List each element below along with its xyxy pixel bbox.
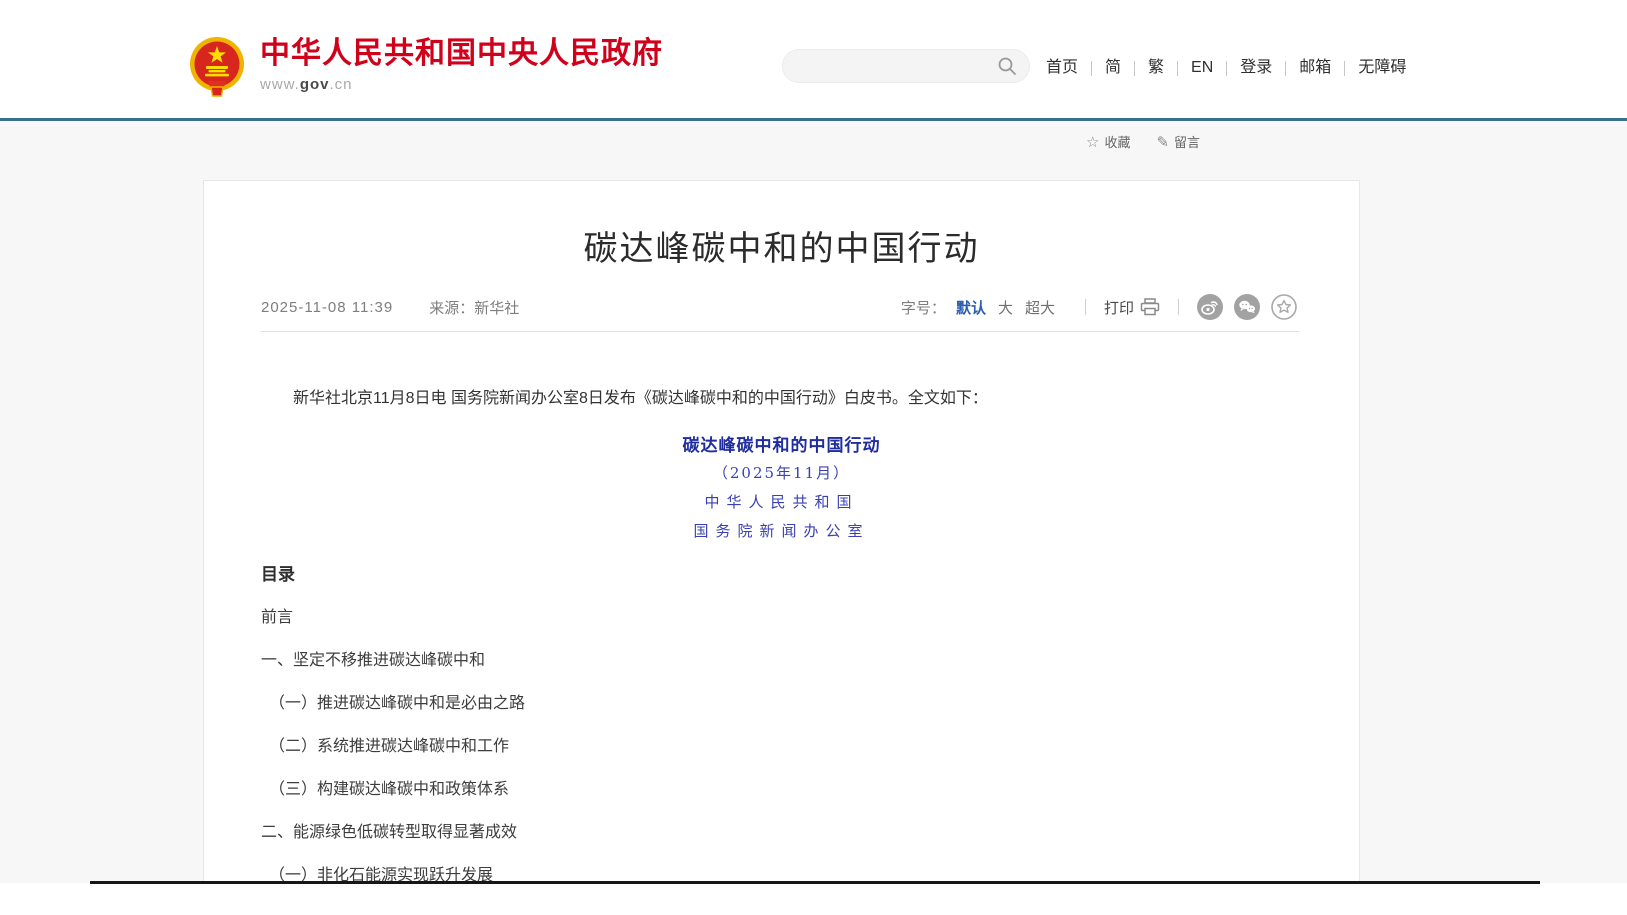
font-size-xlarge-button[interactable]: 超大 [1025, 297, 1055, 318]
font-size-large-button[interactable]: 大 [998, 297, 1013, 318]
top-nav: 首页 简 繁 EN 登录 邮箱 无障碍 [1046, 56, 1419, 80]
quick-actions: ☆ 收藏 ✎ 留言 [1086, 132, 1200, 151]
site-title-block: 中华人民共和国中央人民政府 www.gov.cn [260, 36, 663, 93]
toc-item: （一）推进碳达峰碳中和是必由之路 [261, 692, 1302, 716]
whitepaper-org-line2: 国务院新闻办公室 [261, 520, 1302, 542]
search-box [782, 49, 1030, 83]
article-meta-row: 2025-11-08 11:39 来源： 新华社 字号： 默认 大 超大 打印 [261, 293, 1297, 321]
font-size-default-button[interactable]: 默认 [956, 297, 986, 318]
meta-divider [261, 331, 1299, 332]
national-emblem-icon [188, 36, 246, 100]
share-icons [1197, 294, 1297, 320]
print-label: 打印 [1104, 297, 1134, 318]
weibo-share-icon[interactable] [1197, 294, 1223, 320]
lead-paragraph: 新华社北京11月8日电 国务院新闻办公室8日发布《碳达峰碳中和的中国行动》白皮书… [261, 387, 1302, 411]
toc-heading: 目录 [261, 563, 1302, 587]
source-label: 来源： [429, 297, 474, 318]
site-header: 中华人民共和国中央人民政府 www.gov.cn 首页 简 繁 EN 登录 邮箱 [0, 0, 1627, 118]
print-button[interactable]: 打印 [1104, 297, 1160, 318]
article-meta-left: 2025-11-08 11:39 来源： 新华社 [261, 297, 519, 318]
meta-separator [1085, 299, 1086, 315]
meta-separator [1178, 299, 1179, 315]
printer-icon [1140, 298, 1160, 316]
site-title: 中华人民共和国中央人民政府 [260, 36, 663, 72]
toc-item: （一）非化石能源实现跃升发展 [261, 864, 1302, 888]
nav-mail[interactable]: 邮箱 [1286, 56, 1344, 80]
site-url-www: www. [260, 76, 300, 93]
favorite-button[interactable]: ☆ 收藏 [1086, 132, 1130, 151]
site-url-cn: .cn [330, 76, 353, 93]
bottom-edge-line [90, 881, 1540, 884]
site-logo[interactable]: 中华人民共和国中央人民政府 www.gov.cn [188, 36, 663, 100]
page: 中华人民共和国中央人民政府 www.gov.cn 首页 简 繁 EN 登录 邮箱 [0, 0, 1627, 915]
whitepaper-org-line1: 中华人民共和国 [261, 491, 1302, 513]
site-url: www.gov.cn [260, 76, 663, 93]
whitepaper-title: 碳达峰碳中和的中国行动 [261, 434, 1302, 458]
whitepaper-date: （2025年11月） [261, 462, 1302, 484]
toc-item: 一、坚定不移推进碳达峰碳中和 [261, 649, 1302, 673]
nav-accessibility[interactable]: 无障碍 [1345, 56, 1419, 80]
wechat-share-icon[interactable] [1234, 294, 1260, 320]
nav-traditional[interactable]: 繁 [1135, 56, 1177, 80]
toc-item: 二、能源绿色低碳转型取得显著成效 [261, 821, 1302, 845]
font-size-label: 字号： [901, 297, 946, 318]
article-date: 2025-11-08 11:39 [261, 299, 393, 316]
toc-item: 前言 [261, 606, 1302, 630]
nav-home[interactable]: 首页 [1046, 56, 1091, 80]
nav-simplified[interactable]: 简 [1092, 56, 1134, 80]
article-card: 碳达峰碳中和的中国行动 2025-11-08 11:39 来源： 新华社 字号：… [203, 180, 1360, 883]
toc-item: （二）系统推进碳达峰碳中和工作 [261, 735, 1302, 759]
message-label: 留言 [1174, 132, 1200, 151]
pencil-icon: ✎ [1156, 133, 1169, 151]
message-button[interactable]: ✎ 留言 [1156, 132, 1200, 151]
favorite-label: 收藏 [1104, 132, 1130, 151]
star-icon: ☆ [1086, 133, 1099, 151]
more-share-icon[interactable] [1271, 294, 1297, 320]
toc-item: （三）构建碳达峰碳中和政策体系 [261, 778, 1302, 802]
nav-login[interactable]: 登录 [1227, 56, 1285, 80]
nav-english[interactable]: EN [1178, 56, 1226, 80]
site-url-gov: gov [300, 76, 330, 93]
article-title: 碳达峰碳中和的中国行动 [204, 221, 1359, 270]
search-input[interactable] [783, 51, 997, 81]
article-body: 新华社北京11月8日电 国务院新闻办公室8日发布《碳达峰碳中和的中国行动》白皮书… [261, 377, 1302, 888]
search-icon[interactable] [997, 56, 1017, 76]
article-meta-right: 字号： 默认 大 超大 打印 [901, 294, 1297, 320]
source-value: 新华社 [474, 297, 519, 318]
